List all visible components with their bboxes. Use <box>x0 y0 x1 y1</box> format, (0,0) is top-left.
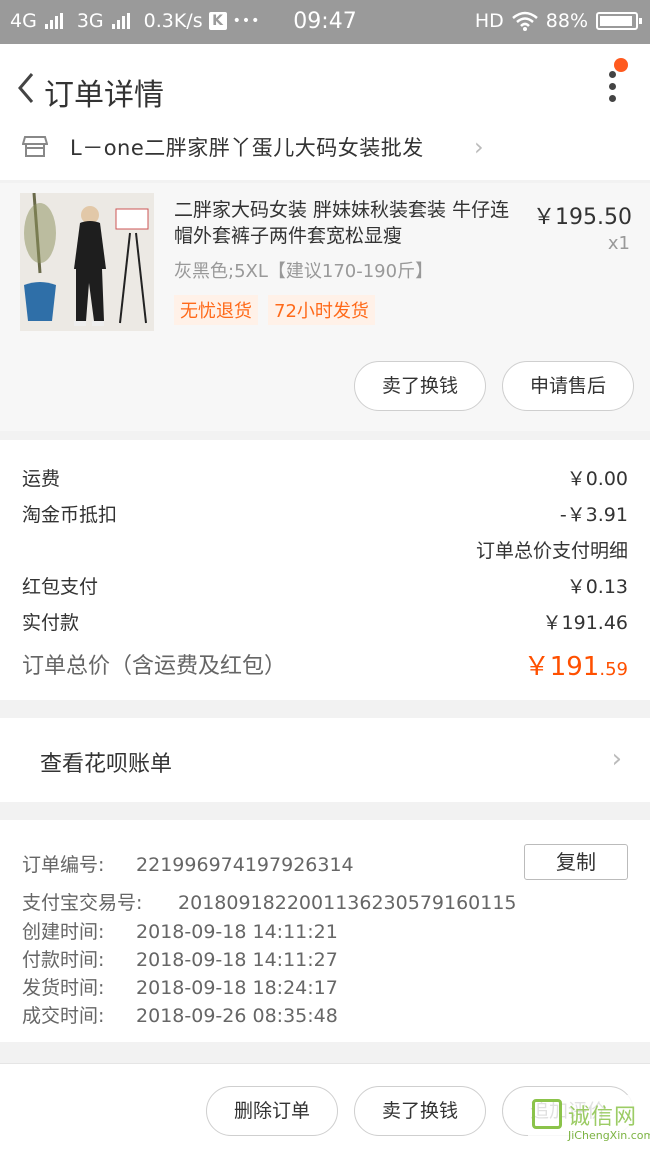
total-value-integer: ￥191 <box>523 652 600 682</box>
watermark-logo-icon <box>532 1099 562 1129</box>
closed-row: 成交时间: 2018-09-26 08:35:48 <box>22 1001 338 1028</box>
back-arrow-icon[interactable] <box>10 68 42 108</box>
more-menu-icon[interactable] <box>600 66 624 110</box>
hd-label: HD <box>474 10 504 32</box>
order-info: 订单编号: 221996974197926314 复制 支付宝交易号: 2018… <box>0 820 650 1042</box>
sell-for-cash-button[interactable]: 卖了换钱 <box>354 361 486 411</box>
shipped-row: 发货时间: 2018-09-18 18:24:17 <box>22 973 338 1000</box>
paid-label: 实付款 <box>22 612 80 634</box>
chevron-right-icon: › <box>611 744 622 774</box>
total-label: 订单总价（含运费及红包） <box>22 654 287 679</box>
shop-icon <box>22 136 48 157</box>
product-price: ￥195.50 <box>533 205 632 230</box>
redpacket-label: 红包支付 <box>22 576 99 598</box>
battery-percent: 88% <box>545 10 588 32</box>
total-value: ￥191.59 <box>524 646 628 683</box>
watermark-en: JiChengXin.com <box>568 1129 650 1142</box>
huabei-bill-label: 查看花呗账单 <box>40 752 173 777</box>
price-summary: 运费 ￥0.00 淘金币抵扣 -￥3.91 订单总价支付明细 红包支付 ￥0.1… <box>0 440 650 700</box>
product-image[interactable] <box>20 193 154 331</box>
coin-label: 淘金币抵扣 <box>22 504 118 526</box>
alipay-value: 2018091822001136230579160115 <box>178 892 517 914</box>
alipay-label: 支付宝交易号: <box>22 892 143 914</box>
coin-value: -￥3.91 <box>559 504 628 526</box>
product-card[interactable]: 二胖家大码女装 胖妹妹秋装套装 牛仔连帽外套裤子两件套宽松显瘦 ￥195.50 … <box>0 183 650 431</box>
shipped-value: 2018-09-18 18:24:17 <box>136 977 338 999</box>
product-tags: 无忧退货 72小时发货 <box>174 295 375 325</box>
wifi-icon <box>511 11 538 31</box>
paid-time-label: 付款时间: <box>22 949 105 971</box>
product-sku: 灰黑色;5XL【建议170-190斤】 <box>174 261 434 282</box>
status-bar: 4G 3G 0.3K/s K ••• 09:47 HD 88% <box>0 0 650 44</box>
tag-free-return: 无忧退货 <box>174 295 258 325</box>
payment-detail-link[interactable]: 订单总价支付明细 <box>476 536 628 563</box>
sell-for-cash-bottom-button[interactable]: 卖了换钱 <box>354 1086 486 1136</box>
nav-bar: 订单详情 <box>0 44 650 132</box>
alipay-row: 支付宝交易号: 2018091822001136230579160115 <box>22 888 517 915</box>
shop-name: L－one二胖家胖丫蛋儿大码女装批发 <box>70 136 424 160</box>
total-value-decimal: .59 <box>599 659 628 680</box>
huabei-bill-row[interactable]: 查看花呗账单 › <box>0 718 650 802</box>
tag-72h-ship: 72小时发货 <box>268 295 375 325</box>
product-quantity: x1 <box>607 233 630 254</box>
shipping-value: ￥0.00 <box>566 468 628 490</box>
created-label: 创建时间: <box>22 921 105 943</box>
shipped-label: 发货时间: <box>22 977 105 999</box>
page-title: 订单详情 <box>44 78 164 113</box>
paid-time-row: 付款时间: 2018-09-18 14:11:27 <box>22 945 338 972</box>
shop-row[interactable]: L－one二胖家胖丫蛋儿大码女装批发 › <box>0 125 650 180</box>
order-number-label: 订单编号: <box>22 854 105 876</box>
status-right: HD 88% <box>474 10 642 32</box>
notification-dot <box>614 58 628 72</box>
created-value: 2018-09-18 14:11:21 <box>136 921 338 943</box>
closed-value: 2018-09-26 08:35:48 <box>136 1005 338 1027</box>
order-number-value: 221996974197926314 <box>136 854 354 876</box>
order-number-row: 订单编号: 221996974197926314 <box>22 850 354 877</box>
product-title: 二胖家大码女装 胖妹妹秋装套装 牛仔连帽外套裤子两件套宽松显瘦 <box>174 199 510 247</box>
paid-time-value: 2018-09-18 14:11:27 <box>136 949 338 971</box>
created-row: 创建时间: 2018-09-18 14:11:21 <box>22 917 338 944</box>
after-sales-button[interactable]: 申请售后 <box>502 361 634 411</box>
watermark-cn: 诚信网 <box>568 1105 638 1130</box>
closed-label: 成交时间: <box>22 1005 105 1027</box>
watermark: 诚信网 JiChengXin.com <box>528 1095 650 1151</box>
paid-value: ￥191.46 <box>542 612 628 634</box>
shipping-label: 运费 <box>22 468 61 490</box>
battery-icon <box>596 12 642 30</box>
delete-order-button[interactable]: 删除订单 <box>206 1086 338 1136</box>
chevron-right-icon: › <box>474 133 484 161</box>
redpacket-value: ￥0.13 <box>566 576 628 598</box>
copy-button[interactable]: 复制 <box>524 844 628 880</box>
